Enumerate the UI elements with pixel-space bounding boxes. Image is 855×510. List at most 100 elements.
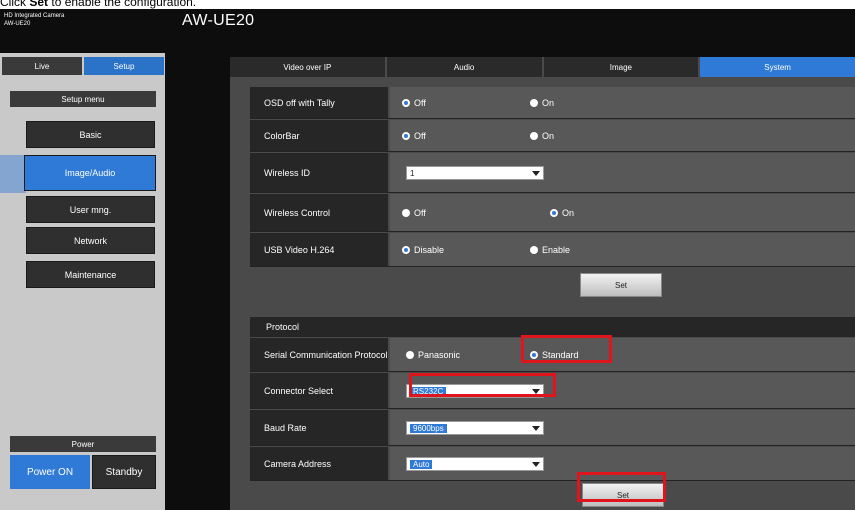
row-serial-protocol: Serial Communication Protocol Panasonic … [250, 338, 855, 372]
row-label: Connector Select [250, 373, 388, 408]
connector-select[interactable]: RS232C [406, 384, 544, 398]
radio-label: On [542, 97, 555, 108]
row-usb-video-h264: USB Video H.264 Disable Enable [250, 233, 855, 267]
radio-wireless-on[interactable]: On [550, 194, 574, 231]
radio-unselected-icon [406, 350, 414, 359]
instruction-caption: Click Set to enable the configuration. [0, 0, 196, 9]
product-name: HD Integrated Camera AW-UE20 [4, 12, 64, 28]
radio-unselected-icon [530, 245, 538, 254]
model-title: AW-UE20 [182, 12, 255, 29]
radio-wireless-off[interactable]: Off [402, 194, 426, 231]
wireless-id-select[interactable]: 1 [406, 166, 544, 180]
radio-panasonic[interactable]: Panasonic [406, 338, 460, 371]
caption-suffix: to enable the configuration. [48, 0, 197, 9]
menu-image-audio[interactable]: Image/Audio [24, 155, 156, 191]
row-label: OSD off with Tally [250, 87, 388, 118]
system-set-button[interactable]: Set [580, 273, 662, 297]
row-colorbar: ColorBar Off On [250, 120, 855, 152]
radio-label: Off [414, 130, 426, 141]
setup-menu-title: Setup menu [10, 91, 156, 107]
power-title: Power [10, 436, 156, 452]
sidebar: HD Integrated Camera AW-UE20 Live Setup … [0, 9, 165, 510]
menu-user-mng[interactable]: User mng. [26, 196, 155, 223]
row-value: 1 [390, 153, 855, 192]
tab-image[interactable]: Image [543, 57, 699, 77]
row-value: Auto [390, 447, 855, 480]
radio-osd-off[interactable]: Off [402, 87, 426, 118]
camera-web-app: HD Integrated Camera AW-UE20 Live Setup … [0, 9, 855, 510]
radio-unselected-icon [530, 98, 538, 107]
select-value: Auto [410, 459, 433, 469]
baud-rate-select[interactable]: 9600bps [406, 421, 544, 435]
row-label: Wireless ID [250, 153, 388, 192]
radio-colorbar-off[interactable]: Off [402, 120, 426, 151]
active-menu-indicator [0, 155, 26, 193]
sidebar-header: HD Integrated Camera AW-UE20 Live Setup [0, 9, 165, 75]
chevron-down-icon [532, 426, 540, 431]
radio-unselected-icon [530, 131, 538, 140]
menu-basic[interactable]: Basic [26, 121, 155, 148]
radio-label: Disable [414, 244, 445, 255]
chevron-down-icon [532, 389, 540, 394]
radio-selected-icon [402, 131, 410, 140]
radio-unselected-icon [402, 208, 410, 217]
row-wireless-id: Wireless ID 1 [250, 153, 855, 193]
product-line-2: AW-UE20 [4, 21, 31, 27]
menu-network[interactable]: Network [26, 227, 155, 254]
tab-system[interactable]: System [700, 57, 855, 77]
menu-maintenance[interactable]: Maintenance [26, 261, 155, 288]
camera-address-select[interactable]: Auto [406, 457, 544, 471]
row-baud-rate: Baud Rate 9600bps [250, 410, 855, 446]
row-value: Disable Enable [390, 233, 855, 266]
tab-audio[interactable]: Audio [386, 57, 542, 77]
row-osd-off-with-tally: OSD off with Tally Off On [250, 87, 855, 119]
row-camera-address: Camera Address Auto [250, 447, 855, 481]
tab-video-over-ip[interactable]: Video over IP [230, 57, 385, 77]
tab-live[interactable]: Live [2, 57, 82, 75]
radio-selected-icon [402, 245, 410, 254]
row-value: Off On [390, 120, 855, 151]
protocol-set-button[interactable]: Set [582, 483, 664, 507]
radio-usb-enable[interactable]: Enable [530, 233, 570, 266]
row-label: Serial Communication Protocol [250, 338, 388, 371]
radio-usb-disable[interactable]: Disable [402, 233, 444, 266]
row-value: Off On [390, 87, 855, 118]
radio-label: Panasonic [418, 349, 461, 360]
radio-selected-icon [550, 208, 558, 217]
settings-panel: Video over IP Audio Image System OSD off… [230, 57, 855, 510]
row-value: Off On [390, 194, 855, 231]
power-on-button[interactable]: Power ON [10, 455, 90, 489]
settings-tabs: Video over IP Audio Image System [230, 57, 855, 77]
tab-setup[interactable]: Setup [84, 57, 164, 75]
radio-colorbar-on[interactable]: On [530, 120, 554, 151]
row-label: Camera Address [250, 447, 388, 480]
radio-label: Standard [542, 349, 579, 360]
product-line-1: HD Integrated Camera [4, 13, 65, 19]
caption-bold: Set [29, 0, 49, 9]
radio-label: Off [414, 207, 426, 218]
radio-label: On [542, 130, 555, 141]
row-label: Baud Rate [250, 410, 388, 445]
row-connector-select: Connector Select RS232C [250, 373, 855, 409]
row-label: ColorBar [250, 120, 388, 151]
radio-osd-on[interactable]: On [530, 87, 554, 118]
protocol-section-title: Protocol [250, 317, 855, 337]
radio-label: Enable [542, 244, 571, 255]
standby-button[interactable]: Standby [92, 455, 156, 489]
chevron-down-icon [532, 171, 540, 176]
select-value: RS232C [410, 386, 447, 396]
radio-label: Off [414, 97, 426, 108]
row-value: Panasonic Standard [390, 338, 855, 371]
radio-label: On [562, 207, 575, 218]
row-value: RS232C [390, 373, 855, 408]
row-label: USB Video H.264 [250, 233, 388, 266]
select-value: 1 [410, 168, 415, 178]
chevron-down-icon [532, 462, 540, 467]
radio-selected-icon [530, 350, 538, 359]
select-value: 9600bps [410, 423, 447, 433]
radio-selected-icon [402, 98, 410, 107]
radio-standard[interactable]: Standard [530, 338, 579, 371]
row-label: Wireless Control [250, 194, 388, 231]
row-wireless-control: Wireless Control Off On [250, 194, 855, 232]
caption-prefix: Click [0, 0, 30, 9]
